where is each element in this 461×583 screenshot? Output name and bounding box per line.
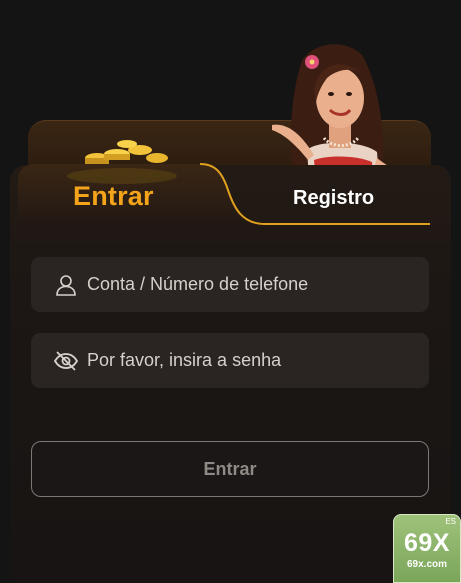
- logo-domain: 69x.com: [406, 559, 448, 570]
- site-logo: ES 69X 69x.com: [393, 514, 461, 583]
- gold-coins-icon: [67, 140, 177, 184]
- user-icon: [53, 272, 79, 298]
- account-field[interactable]: [31, 257, 429, 312]
- logo-brand: 69X: [404, 529, 450, 557]
- login-submit-button[interactable]: Entrar: [31, 441, 429, 497]
- tab-register[interactable]: Registro: [293, 187, 374, 210]
- logo-badge: ES: [445, 517, 456, 526]
- password-field[interactable]: [31, 333, 429, 388]
- eye-off-icon[interactable]: [53, 348, 79, 374]
- login-screen: Entrar Registro Entrar ES 69X 69x.com: [0, 0, 461, 583]
- account-input[interactable]: [87, 274, 429, 295]
- password-input[interactable]: [87, 350, 429, 371]
- tab-login[interactable]: Entrar: [73, 181, 154, 212]
